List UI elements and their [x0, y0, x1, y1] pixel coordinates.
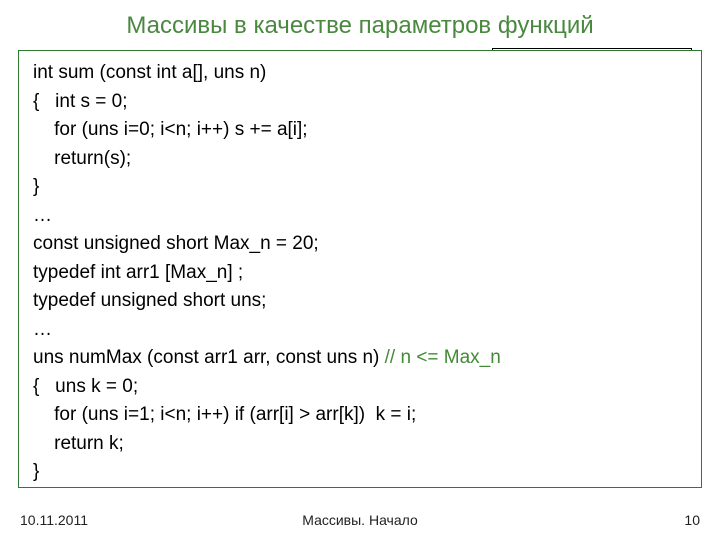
- code-line: for (uns i=1; i<n; i++) if (arr[i] > arr…: [33, 401, 689, 430]
- code-text: uns numMax (const arr1 arr, const uns n): [33, 347, 385, 368]
- code-line: typedef int arr1 [Max_n] ;: [33, 259, 689, 288]
- code-line: { uns k = 0;: [33, 373, 689, 402]
- code-box: int sum (const int a[], uns n) { int s =…: [18, 50, 702, 488]
- code-line: return(s);: [33, 145, 689, 174]
- code-line: typedef unsigned short uns;: [33, 287, 689, 316]
- code-line: …: [33, 202, 689, 231]
- code-line: return k;: [33, 430, 689, 459]
- footer: 10.11.2011 Массивы. Начало 10: [20, 512, 700, 528]
- code-line: { int s = 0;: [33, 88, 689, 117]
- footer-date: 10.11.2011: [20, 512, 88, 528]
- code-line: const unsigned short Max_n = 20;: [33, 230, 689, 259]
- code-comment: // n <= Max_n: [385, 347, 501, 368]
- slide-title: Массивы в качестве параметров функций: [18, 12, 702, 40]
- code-line: …: [33, 316, 689, 345]
- code-line: }: [33, 173, 689, 202]
- footer-center: Массивы. Начало: [20, 512, 700, 528]
- code-line: int sum (const int a[], uns n): [33, 59, 689, 88]
- footer-page: 10: [684, 512, 700, 528]
- code-line: }: [33, 458, 689, 487]
- slide: Массивы в качестве параметров функций Пе…: [0, 0, 720, 540]
- code-line: uns numMax (const arr1 arr, const uns n)…: [33, 344, 689, 373]
- code-line: for (uns i=0; i<n; i++) s += a[i];: [33, 116, 689, 145]
